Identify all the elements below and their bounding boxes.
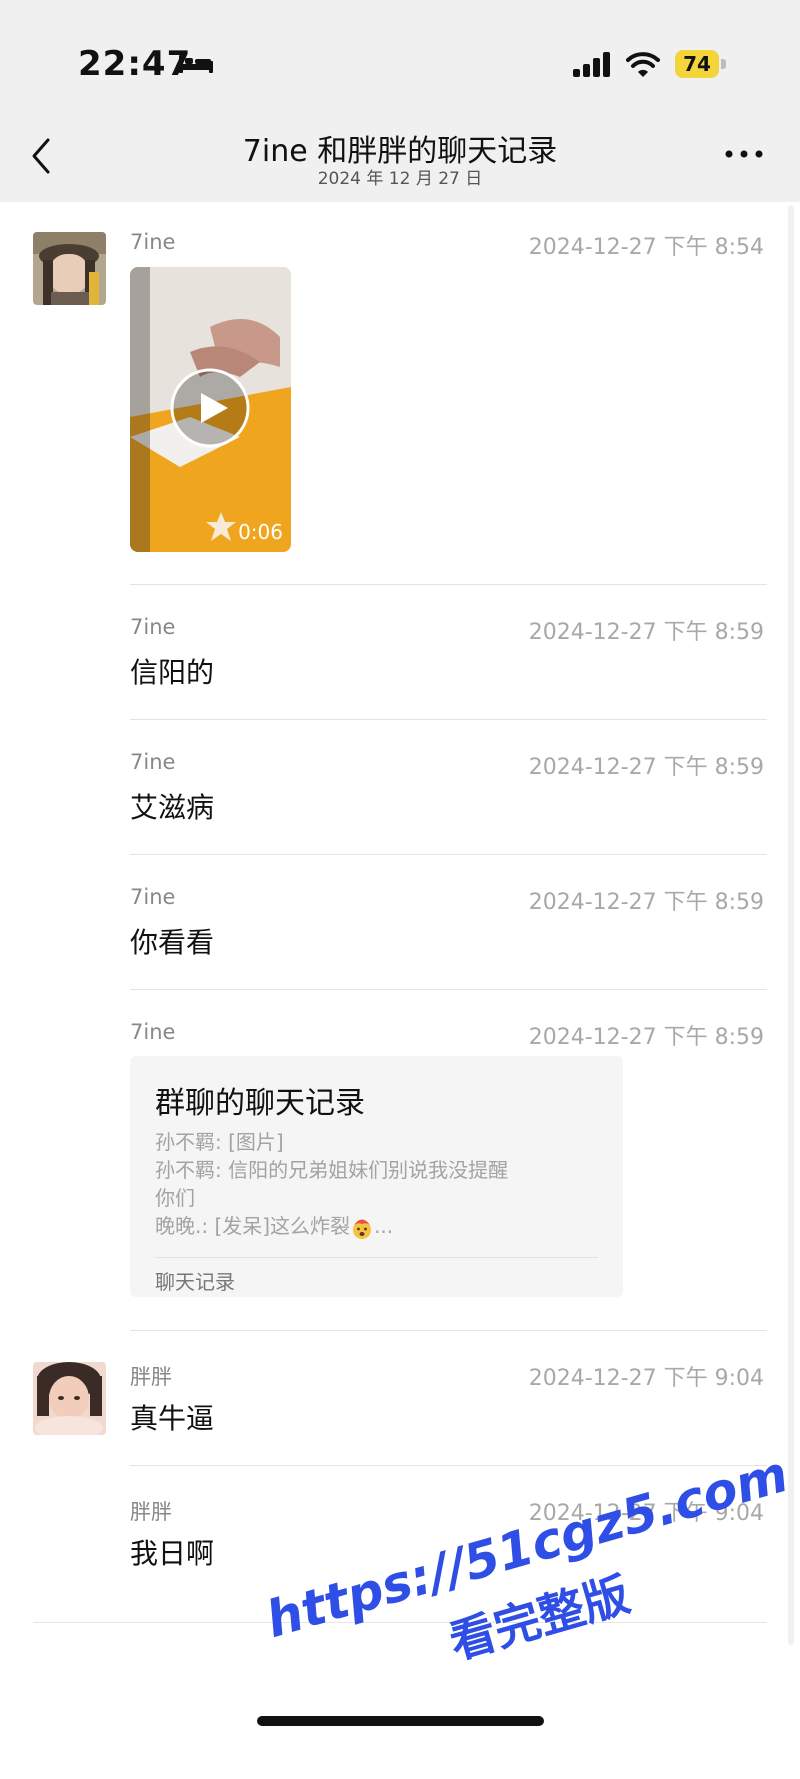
top-bar: 22:47 74 7ine 和胖胖的聊天记录 2024 年 12 月 27 日	[0, 0, 800, 202]
message-text[interactable]: 真牛逼	[130, 1397, 214, 1437]
chat-record-line: 孙不羁: [图片]	[155, 1130, 284, 1154]
message-timestamp: 2024-12-27 下午 8:54	[528, 235, 764, 260]
chat-record-footer: 聊天记录	[155, 1270, 235, 1294]
message-text[interactable]: 你看看	[130, 921, 214, 961]
message-timestamp: 2024-12-27 下午 8:59	[528, 1025, 764, 1050]
message-sender: 7ine	[130, 885, 176, 909]
status-time: 22:47	[78, 44, 192, 84]
chat-record-line: 你们	[155, 1186, 195, 1210]
home-indicator[interactable]	[257, 1716, 544, 1726]
message-text[interactable]: 艾滋病	[130, 786, 214, 826]
avatar[interactable]	[33, 232, 106, 305]
chat-record-separator	[155, 1257, 598, 1258]
video-duration: 0:06	[238, 520, 283, 544]
chat-record-preview: 孙不羁: [图片] 孙不羁: 信阳的兄弟姐妹们别说我没提醒 你们 晚晚.: [发…	[155, 1128, 575, 1240]
video-message[interactable]: 0:06	[130, 267, 291, 552]
avatar-image	[33, 1362, 106, 1435]
avatar[interactable]	[33, 1362, 106, 1435]
message-timestamp: 2024-12-27 下午 8:59	[528, 755, 764, 780]
play-icon[interactable]	[168, 366, 252, 450]
message-divider	[130, 719, 767, 720]
message-timestamp: 2024-12-27 下午 9:04	[528, 1366, 764, 1391]
message-sender: 胖胖	[130, 1365, 172, 1389]
message-divider	[130, 854, 767, 855]
message-timestamp: 2024-12-27 下午 8:59	[528, 890, 764, 915]
message-text[interactable]: 我日啊	[130, 1532, 214, 1572]
cellular-signal-icon	[573, 52, 610, 77]
message-sender: 胖胖	[130, 1500, 172, 1524]
message-sender: 7ine	[130, 1020, 176, 1044]
battery-level: 74	[683, 52, 711, 76]
wifi-icon	[626, 52, 660, 77]
chat-record-line: 孙不羁: 信阳的兄弟姐妹们别说我没提醒	[155, 1158, 509, 1182]
sleep-focus-icon	[179, 55, 213, 73]
chat-record-line-ellipsis: ...	[374, 1214, 394, 1238]
message-divider	[130, 989, 767, 990]
message-timestamp: 2024-12-27 下午 8:59	[528, 620, 764, 645]
chat-record-line-text: 晚晚.: [发呆]这么炸裂	[155, 1214, 351, 1238]
battery-nub	[721, 59, 726, 69]
chat-record-line: 晚晚.: [发呆]这么炸裂 ...	[155, 1212, 575, 1240]
message-sender: 7ine	[130, 750, 176, 774]
battery-indicator: 74	[675, 50, 727, 78]
message-sender: 7ine	[130, 230, 176, 254]
more-options-icon[interactable]	[724, 148, 764, 160]
chat-record-card[interactable]: 群聊的聊天记录 孙不羁: [图片] 孙不羁: 信阳的兄弟姐妹们别说我没提醒 你们…	[130, 1056, 623, 1297]
sticker-icon	[206, 512, 236, 541]
message-text[interactable]: 信阳的	[130, 651, 214, 691]
exploding-head-emoji-icon	[353, 1219, 372, 1239]
message-sender: 7ine	[130, 615, 176, 639]
page-subtitle: 2024 年 12 月 27 日	[317, 169, 483, 189]
avatar-image	[33, 232, 106, 305]
message-divider	[130, 1330, 767, 1331]
message-divider	[130, 584, 767, 585]
chat-record-title: 群聊的聊天记录	[155, 1086, 365, 1121]
scrollbar[interactable]	[788, 205, 794, 1645]
